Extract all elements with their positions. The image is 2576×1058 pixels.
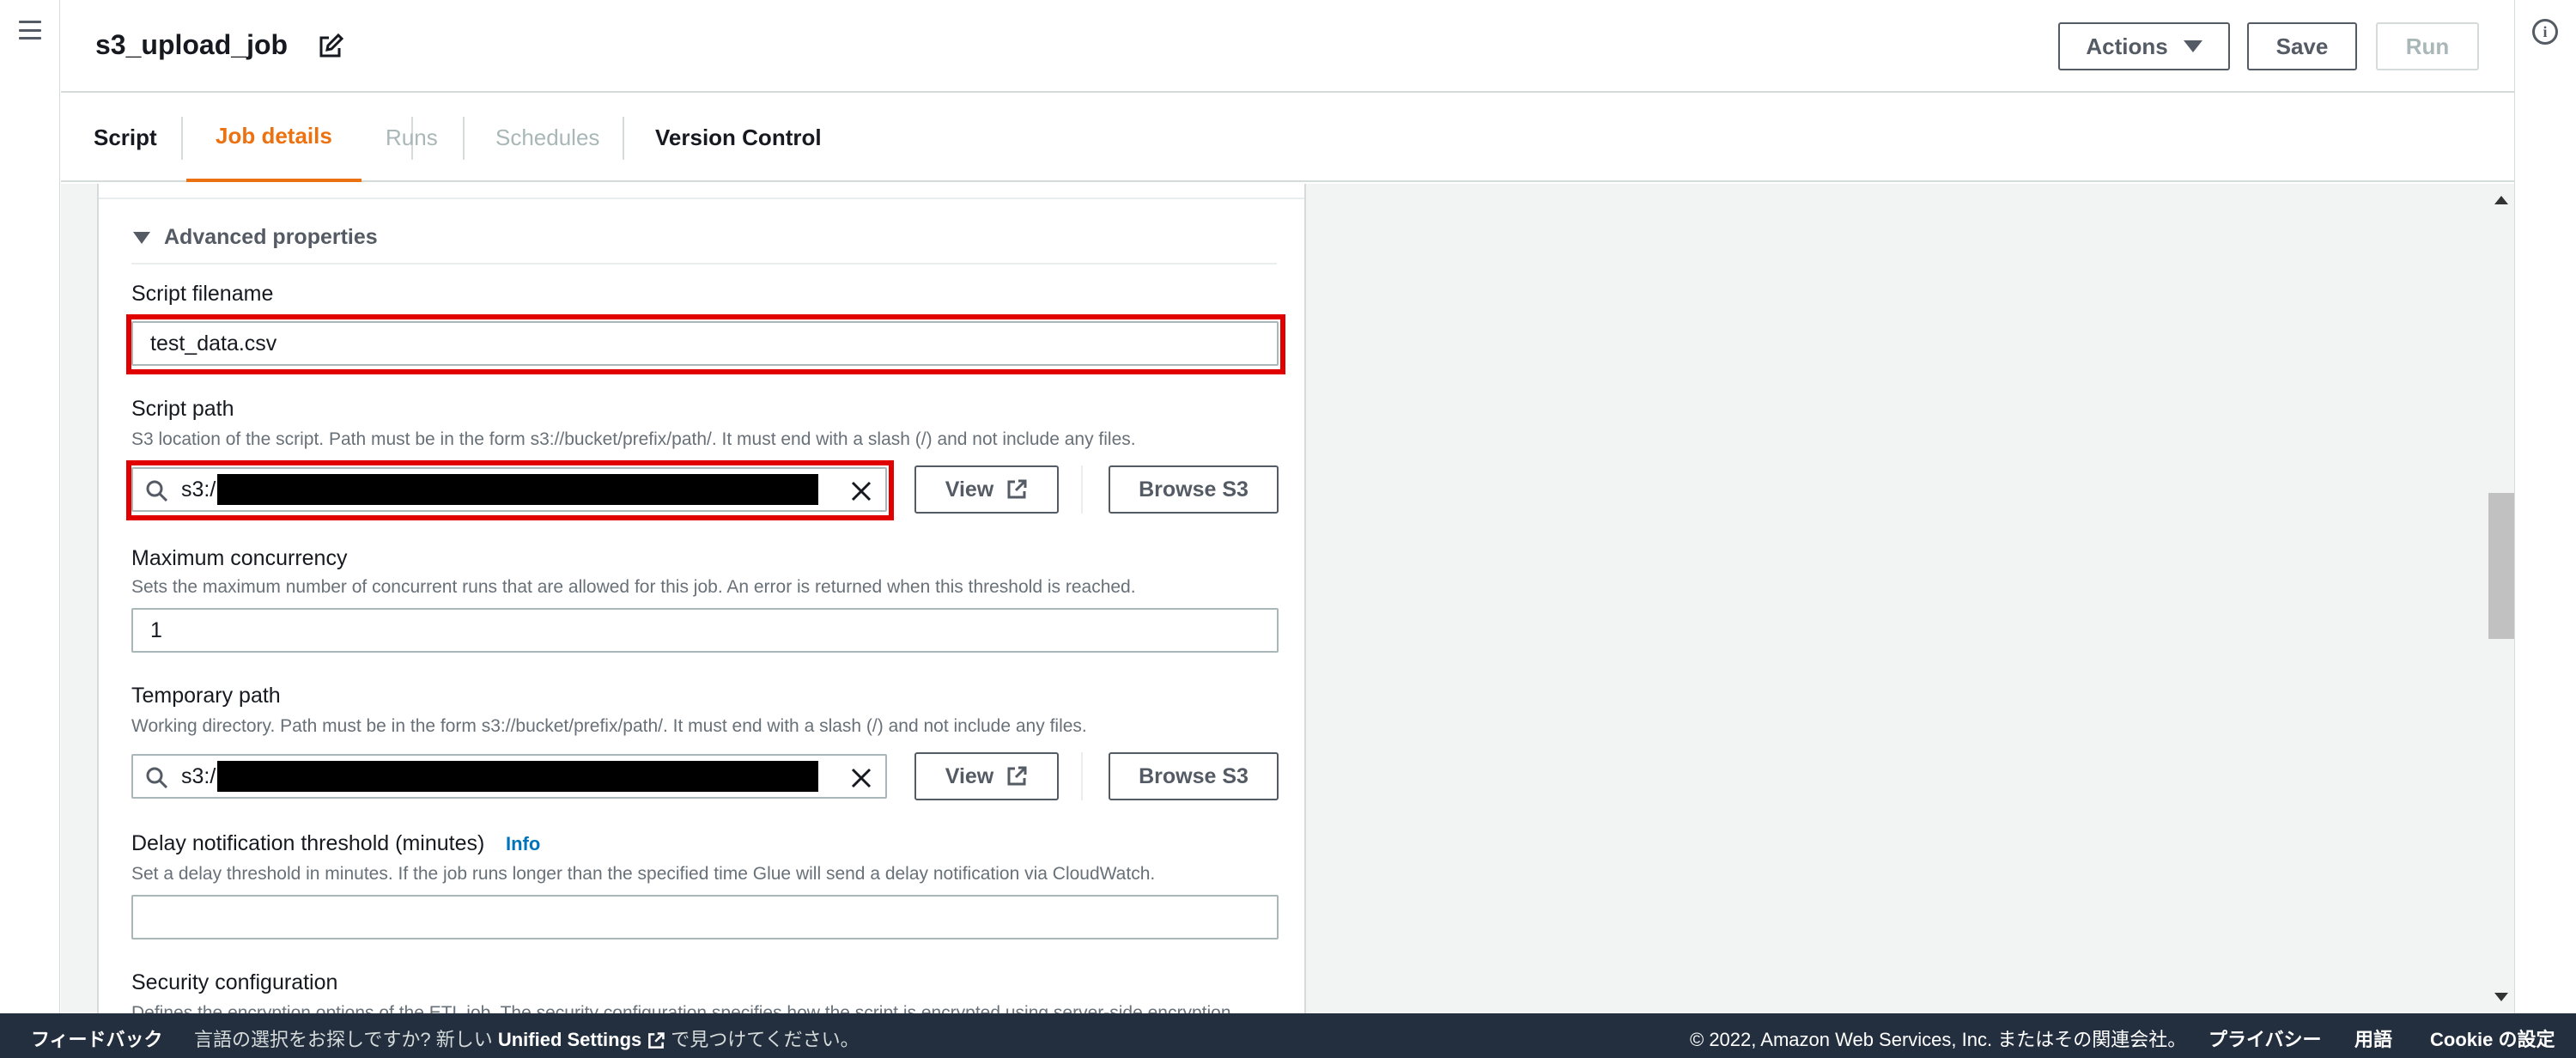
language-notice: 言語の選択をお探しですか? 新しい Unified Settings で見つけてく… bbox=[194, 1025, 860, 1052]
scroll-thumb[interactable] bbox=[2488, 493, 2514, 639]
edit-icon[interactable] bbox=[317, 33, 344, 60]
script-path-label: Script path bbox=[131, 397, 234, 421]
feedback-link[interactable]: フィードバック bbox=[31, 1025, 163, 1052]
external-link-icon bbox=[1007, 766, 1027, 786]
scroll-up-arrow-icon[interactable] bbox=[2494, 196, 2508, 204]
scroll-down-arrow-icon[interactable] bbox=[2494, 993, 2508, 1001]
job-title: s3_upload_job bbox=[95, 29, 289, 60]
tab-schedules[interactable]: Schedules bbox=[495, 93, 599, 182]
tab-bar: Script Job details Runs Schedules Versio… bbox=[61, 93, 2514, 182]
script-path-browse-s3-button[interactable]: Browse S3 bbox=[1109, 465, 1279, 514]
security-configuration-description: Defines the encryption options of the ET… bbox=[131, 1003, 1231, 1013]
advanced-properties-title: Advanced properties bbox=[164, 225, 378, 249]
actions-button[interactable]: Actions bbox=[2058, 22, 2230, 70]
terms-link[interactable]: 用語 bbox=[2354, 1025, 2392, 1052]
tab-separator bbox=[181, 117, 183, 160]
external-link-icon bbox=[648, 1032, 665, 1049]
divider bbox=[131, 263, 1277, 264]
highlight-box bbox=[126, 314, 1285, 374]
script-path-description: S3 location of the script. Path must be … bbox=[131, 429, 1136, 449]
redacted-block bbox=[217, 761, 818, 792]
caret-down-icon bbox=[2183, 40, 2202, 52]
footer: フィードバック 言語の選択をお探しですか? 新しい Unified Settin… bbox=[0, 1013, 2576, 1058]
right-rail: i bbox=[2514, 0, 2576, 1013]
max-concurrency-value: 1 bbox=[150, 617, 162, 642]
view-button-label: View bbox=[945, 763, 994, 788]
tab-version-control[interactable]: Version Control bbox=[655, 93, 822, 182]
tab-runs[interactable]: Runs bbox=[386, 93, 438, 182]
delay-notification-info-link[interactable]: Info bbox=[506, 833, 540, 855]
divider bbox=[1081, 465, 1083, 514]
scrollbar[interactable] bbox=[2488, 184, 2514, 1013]
triangle-down-icon bbox=[133, 231, 150, 244]
divider bbox=[1081, 752, 1083, 800]
clear-icon[interactable] bbox=[849, 766, 873, 790]
advanced-properties-toggle[interactable]: Advanced properties bbox=[133, 225, 378, 250]
run-button[interactable]: Run bbox=[2376, 22, 2479, 70]
tab-separator bbox=[463, 117, 465, 160]
menu-icon[interactable] bbox=[19, 21, 41, 40]
info-panel-icon[interactable]: i bbox=[2532, 19, 2558, 45]
tab-script[interactable]: Script bbox=[94, 93, 157, 182]
temporary-path-value: s3:/ bbox=[181, 764, 216, 788]
delay-notification-label: Delay notification threshold (minutes) bbox=[131, 831, 485, 855]
temporary-path-input[interactable]: s3:/ bbox=[131, 754, 887, 799]
temporary-path-view-button[interactable]: View bbox=[914, 752, 1059, 800]
privacy-link[interactable]: プライバシー bbox=[2208, 1025, 2322, 1052]
max-concurrency-input[interactable]: 1 bbox=[131, 608, 1279, 653]
search-icon bbox=[146, 767, 168, 789]
tab-separator bbox=[623, 117, 624, 160]
copyright: © 2022, Amazon Web Services, Inc. またはその関… bbox=[1690, 1029, 2187, 1050]
left-rail bbox=[0, 0, 60, 1013]
delay-notification-input[interactable] bbox=[131, 895, 1279, 939]
security-configuration-label: Security configuration bbox=[131, 970, 338, 994]
external-link-icon bbox=[1007, 479, 1027, 499]
max-concurrency-description: Sets the maximum number of concurrent ru… bbox=[131, 577, 1136, 597]
page-header: s3_upload_job Actions Save Run bbox=[61, 0, 2514, 93]
max-concurrency-label: Maximum concurrency bbox=[131, 546, 348, 570]
tab-job-details[interactable]: Job details bbox=[186, 93, 361, 182]
actions-button-label: Actions bbox=[2086, 33, 2168, 59]
script-filename-label: Script filename bbox=[131, 282, 274, 306]
delay-notification-description: Set a delay threshold in minutes. If the… bbox=[131, 864, 1156, 884]
unified-settings-link[interactable]: Unified Settings bbox=[498, 1029, 641, 1050]
language-notice-suffix: で見つけてください。 bbox=[671, 1029, 860, 1050]
language-notice-prefix: 言語の選択をお探しですか? 新しい bbox=[194, 1029, 493, 1050]
save-button[interactable]: Save bbox=[2247, 22, 2357, 70]
highlight-box bbox=[126, 460, 894, 520]
main-content: Advanced properties Script filename test… bbox=[61, 184, 2514, 1013]
job-details-panel: Advanced properties Script filename test… bbox=[97, 184, 1306, 1013]
cookie-settings-link[interactable]: Cookie の設定 bbox=[2430, 1025, 2555, 1052]
temporary-path-browse-s3-button[interactable]: Browse S3 bbox=[1109, 752, 1279, 800]
divider bbox=[99, 198, 1304, 199]
view-button-label: View bbox=[945, 477, 994, 502]
temporary-path-label: Temporary path bbox=[131, 684, 281, 708]
temporary-path-description: Working directory. Path must be in the f… bbox=[131, 716, 1087, 736]
script-path-view-button[interactable]: View bbox=[914, 465, 1059, 514]
